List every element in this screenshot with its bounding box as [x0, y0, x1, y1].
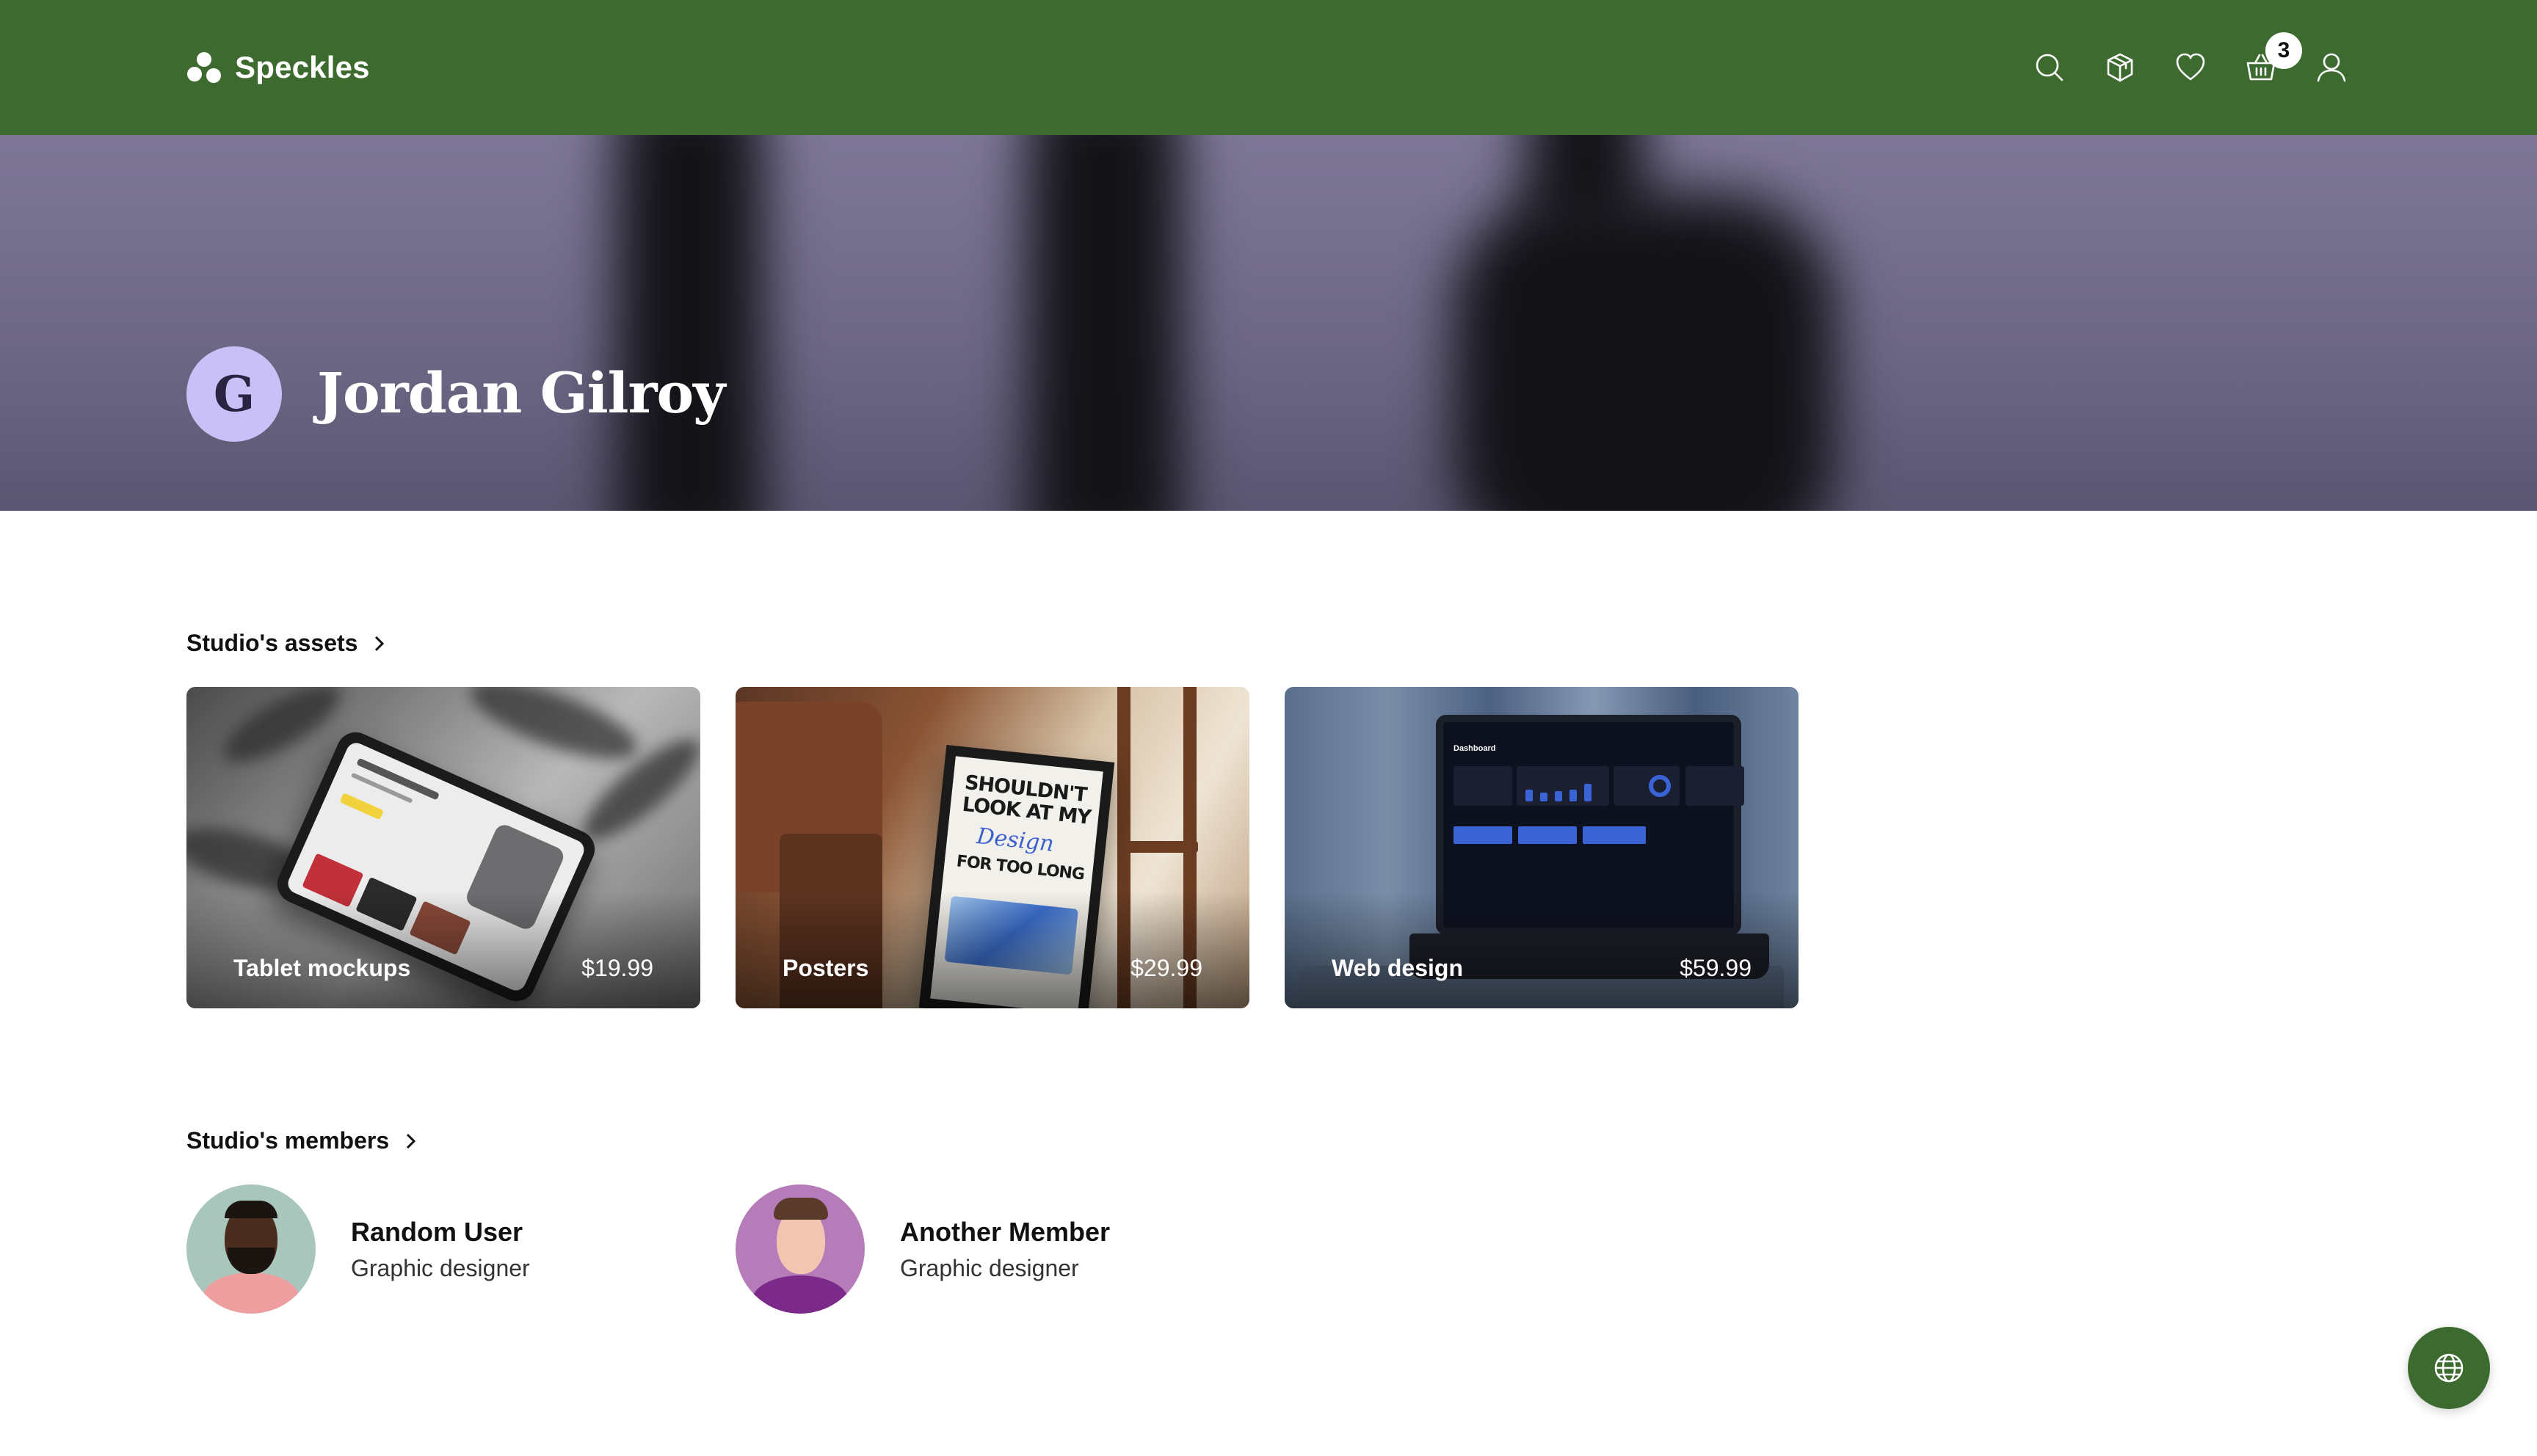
brand-name: Speckles — [235, 50, 370, 84]
hero-shadow-shape — [1527, 135, 1644, 238]
profile-hero: G Jordan Gilroy — [0, 135, 2537, 511]
heart-icon — [2176, 53, 2205, 81]
member-role: Graphic designer — [351, 1254, 530, 1281]
box-icon — [2107, 53, 2133, 82]
user-icon — [2317, 53, 2346, 82]
poster-subtext: FOR TOO LONG — [955, 852, 1086, 884]
wishlist-button[interactable] — [2171, 48, 2210, 87]
search-button[interactable] — [2030, 48, 2069, 87]
cart-count-badge: 3 — [2265, 32, 2302, 69]
poster-script: Design — [975, 823, 1056, 857]
asset-price: $19.99 — [581, 955, 653, 981]
member-card-another-member[interactable]: Another Member Graphic designer — [736, 1184, 1110, 1314]
member-role: Graphic designer — [900, 1254, 1079, 1281]
member-name: Random User — [351, 1216, 523, 1247]
studio-avatar: G — [186, 346, 282, 442]
avatar-monogram: G — [213, 365, 255, 423]
asset-price: $29.99 — [1130, 955, 1202, 981]
members-section-link[interactable]: Studio's members — [186, 1127, 420, 1154]
orders-button[interactable] — [2101, 48, 2139, 87]
card-gradient-overlay — [186, 891, 700, 1008]
brand-logo[interactable]: Speckles — [186, 47, 370, 88]
asset-title: Tablet mockups — [233, 955, 411, 981]
account-button[interactable] — [2312, 48, 2351, 87]
member-card-random-user[interactable]: Random User Graphic designer — [186, 1184, 530, 1314]
members-section-heading: Studio's members — [186, 1127, 390, 1154]
chevron-right-icon — [375, 636, 385, 651]
asset-title: Posters — [783, 955, 869, 981]
globe-icon — [2434, 1353, 2464, 1383]
asset-card-tablet-mockups[interactable]: Tablet mockups $19.99 — [186, 687, 700, 1008]
card-gradient-overlay — [736, 891, 1249, 1008]
asset-price: $59.99 — [1680, 955, 1752, 981]
member-name: Another Member — [900, 1216, 1111, 1247]
hero-shadow-shape — [617, 135, 763, 511]
hero-shadow-shape — [1028, 135, 1182, 511]
dashboard-title: Dashboard — [1453, 744, 1496, 753]
poster-headline: SHOULDN'T LOOK AT MY — [961, 771, 1092, 829]
assets-section-link[interactable]: Studio's assets — [186, 630, 388, 657]
member-avatar — [186, 1184, 316, 1314]
asset-card-web-design[interactable]: Dashboard Web design $59.99 — [1285, 687, 1799, 1008]
asset-card-posters[interactable]: SHOULDN'T LOOK AT MY Design FOR TOO LONG… — [736, 687, 1249, 1008]
asset-title: Web design — [1332, 955, 1463, 981]
language-button[interactable] — [2408, 1327, 2490, 1409]
member-avatar — [736, 1184, 865, 1314]
speckles-logo-icon — [187, 52, 221, 83]
assets-section-heading: Studio's assets — [186, 630, 358, 656]
profile-name: Jordan Gilroy — [317, 360, 725, 426]
hero-shadow-shape — [1453, 194, 1835, 511]
search-icon — [2036, 54, 2064, 81]
top-navbar: Speckles 3 — [0, 0, 2537, 135]
card-gradient-overlay — [1285, 891, 1799, 1008]
chevron-right-icon — [407, 1133, 416, 1149]
